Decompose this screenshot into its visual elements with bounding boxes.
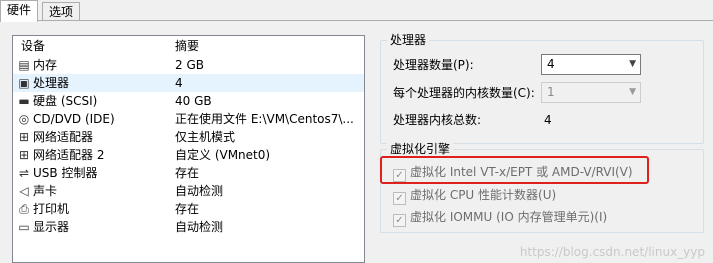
device-summary: 自动检测 (175, 220, 224, 234)
device-row-processor[interactable]: ▣ 处理器 4 (13, 74, 364, 92)
device-name: 网络适配器 (33, 130, 94, 144)
chevron-down-icon: ▼ (629, 87, 636, 97)
tab-bar: 硬件 选项 (0, 0, 713, 22)
virtualization-group-title: 虚拟化引擎 (387, 141, 454, 157)
virtualize-iommu-label: 虚拟化 IOMMU (IO 内存管理单元)(I) (410, 210, 608, 224)
device-summary: 自动检测 (175, 184, 224, 198)
device-name: 打印机 (33, 202, 70, 216)
device-summary: 仅主机模式 (175, 130, 236, 144)
virtualize-cpu-counters-label: 虚拟化 CPU 性能计数器(U) (410, 188, 557, 202)
device-list[interactable]: 设备 摘要 ▤ 内存 2 GB ▣ 处理器 4 ▬ 硬盘 (SCSI) 40 G… (12, 35, 365, 263)
device-summary: 40 GB (175, 94, 212, 108)
chevron-down-icon: ▼ (629, 59, 636, 69)
device-row-sound[interactable]: ◁ 声卡 自动检测 (13, 182, 364, 200)
hardware-panel: 设备 摘要 ▤ 内存 2 GB ▣ 处理器 4 ▬ 硬盘 (SCSI) 40 G… (0, 21, 713, 263)
tab-options[interactable]: 选项 (42, 2, 81, 21)
device-row-memory[interactable]: ▤ 内存 2 GB (13, 56, 364, 74)
processor-group: 处理器 处理器数量(P): 4 ▼ 每个处理器的内核数量(C): 1 ▼ 处理器… (380, 32, 704, 144)
column-summary[interactable]: 摘要 (175, 36, 199, 56)
cd-icon: ◎ (18, 112, 30, 126)
virtualize-cpu-counters-checkbox[interactable]: ✓ 虚拟化 CPU 性能计数器(U) (393, 187, 556, 205)
cores-per-processor-value: 1 (547, 85, 555, 99)
device-summary: 2 GB (175, 58, 204, 72)
processor-count-label: 处理器数量(P): (393, 58, 474, 72)
processor-count-select[interactable]: 4 ▼ (541, 54, 641, 75)
total-cores-value: 4 (544, 113, 552, 127)
cpu-icon: ▣ (18, 76, 30, 90)
device-summary: 存在 (175, 202, 200, 216)
display-icon: ▭ (18, 220, 30, 234)
column-device[interactable]: 设备 (21, 36, 45, 56)
device-row-network-1[interactable]: ⊞ 网络适配器 仅主机模式 (13, 128, 364, 146)
virtualize-iommu-checkbox[interactable]: ✓ 虚拟化 IOMMU (IO 内存管理单元)(I) (393, 209, 607, 227)
device-name: 显示器 (33, 220, 70, 234)
device-row-network-2[interactable]: ⊞ 网络适配器 2 自定义 (VMnet0) (13, 146, 364, 164)
highlight-annotation-box (380, 156, 649, 184)
checkmark-icon: ✓ (393, 214, 406, 227)
device-row-display[interactable]: ▭ 显示器 自动检测 (13, 218, 364, 236)
tab-hardware[interactable]: 硬件 (0, 0, 39, 22)
device-name: 硬盘 (SCSI) (33, 94, 98, 108)
device-summary: 自定义 (VMnet0) (175, 148, 271, 162)
device-name: 声卡 (33, 184, 58, 198)
watermark-text: https://blog.csdn.net/linux_yyp (519, 245, 705, 259)
total-cores-label: 处理器内核总数: (393, 113, 482, 127)
speaker-icon: ◁ (19, 184, 29, 198)
memory-icon: ▤ (18, 58, 30, 72)
device-summary: 4 (175, 76, 183, 90)
device-summary: 正在使用文件 E:\VM\Centos7\... (175, 112, 354, 126)
usb-icon: ⇌ (18, 166, 30, 180)
network-icon: ⊞ (18, 148, 30, 162)
device-row-usb[interactable]: ⇌ USB 控制器 存在 (13, 164, 364, 182)
device-name: USB 控制器 (33, 166, 98, 180)
device-row-cd[interactable]: ◎ CD/DVD (IDE) 正在使用文件 E:\VM\Centos7\... (13, 110, 364, 128)
processor-count-value: 4 (547, 57, 555, 71)
network-icon: ⊞ (18, 130, 30, 144)
checkmark-icon: ✓ (393, 192, 406, 205)
disk-icon: ▬ (18, 94, 30, 108)
device-name: 内存 (33, 58, 58, 72)
device-row-disk[interactable]: ▬ 硬盘 (SCSI) 40 GB (13, 92, 364, 110)
device-name: CD/DVD (IDE) (33, 112, 115, 126)
device-row-printer[interactable]: ⎙ 打印机 存在 (13, 200, 364, 218)
printer-icon: ⎙ (19, 202, 29, 216)
processor-group-title: 处理器 (387, 32, 430, 48)
device-list-header: 设备 摘要 (13, 36, 364, 56)
device-summary: 存在 (175, 166, 200, 180)
device-name: 处理器 (33, 76, 70, 90)
cores-per-processor-select[interactable]: 1 ▼ (541, 82, 641, 103)
device-name: 网络适配器 2 (33, 148, 105, 162)
cores-per-processor-label: 每个处理器的内核数量(C): (393, 86, 535, 100)
